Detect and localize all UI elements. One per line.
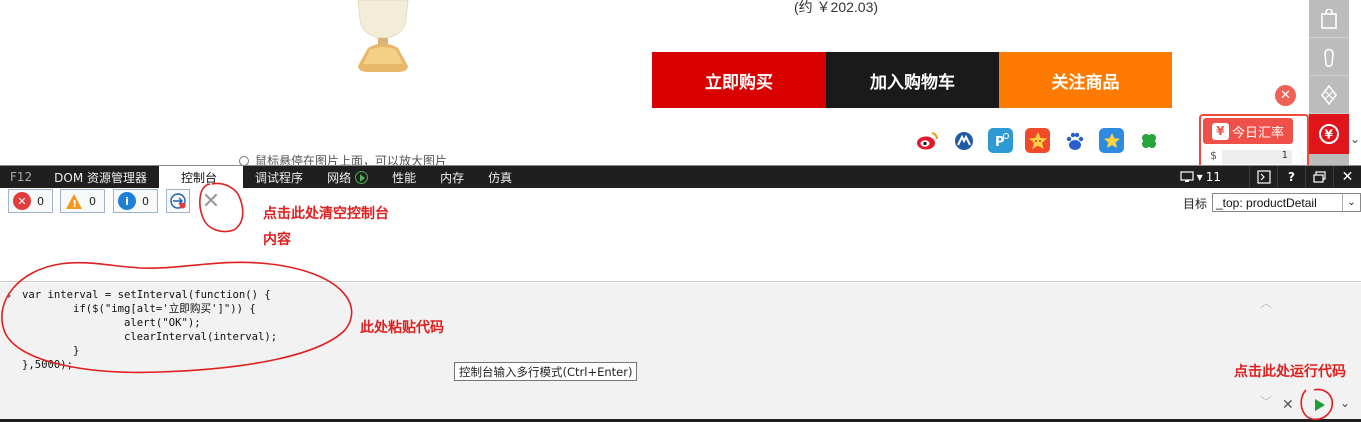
tab-performance[interactable]: 性能: [380, 166, 428, 188]
info-circle-icon: [239, 156, 249, 165]
favorite-star-icon[interactable]: [1099, 128, 1124, 153]
product-page: (约 ￥202.03) 立即购买 加入购物车 关注商品 P 鼠标悬停在图片上面，…: [0, 0, 1361, 165]
monitor-icon: [1179, 171, 1194, 182]
footprint-icon[interactable]: [1309, 38, 1349, 76]
tab-network-label: 网络: [327, 170, 352, 185]
errors-count: 0: [37, 194, 44, 208]
qzone-icon[interactable]: P: [988, 128, 1013, 153]
console-input-scrollbar[interactable]: ︿ ﹀: [1258, 289, 1274, 409]
caret-down-icon: ▼: [1196, 172, 1203, 182]
exchange-rate-tab-label: 今日汇率: [1231, 125, 1284, 141]
info-filter-button[interactable]: i 0: [113, 189, 158, 213]
image-zoom-hint-text: 鼠标悬停在图片上面，可以放大图片: [255, 154, 448, 165]
tab-emulation[interactable]: 仿真: [476, 166, 524, 188]
devtools-panel: F12 DOM 资源管理器 控制台 调试程序 网络 性能 内存 仿真 ▼ 11 …: [0, 165, 1361, 422]
gift-icon[interactable]: [1309, 76, 1349, 114]
document-mode-button[interactable]: ▼ 11: [1174, 166, 1227, 188]
warnings-count: 0: [89, 194, 96, 208]
chevron-down-icon: ⌄: [1342, 194, 1360, 211]
kaixin-icon[interactable]: [1025, 128, 1050, 153]
info-count: 0: [142, 194, 149, 208]
target-select[interactable]: _top: productDetail ⌄: [1212, 193, 1361, 212]
follow-product-button[interactable]: 关注商品: [999, 52, 1172, 108]
rate-widget-close-button[interactable]: ✕: [1275, 85, 1296, 106]
console-prompt-chevron-icon: ›: [7, 289, 12, 302]
price-approx: (约 ￥202.03): [794, 0, 879, 15]
shopping-bag-icon[interactable]: [1309, 0, 1349, 38]
collapse-input-icon[interactable]: ⌄: [1340, 396, 1350, 410]
currency-symbol: $: [1210, 149, 1217, 162]
buy-now-button[interactable]: 立即购买: [652, 52, 826, 108]
error-icon: ✕: [13, 192, 31, 210]
tab-memory[interactable]: 内存: [428, 166, 476, 188]
undock-icon[interactable]: [1305, 166, 1333, 188]
rate-amount-input[interactable]: 1: [1222, 150, 1292, 164]
info-icon: i: [118, 192, 136, 210]
clover-icon[interactable]: [1136, 128, 1161, 153]
share-bar: P: [914, 128, 1161, 153]
target-label: 目标: [1183, 197, 1208, 211]
console-toggle-icon[interactable]: [1249, 166, 1277, 188]
devtools-window-controls: ▼ 11 ? ✕: [1174, 166, 1361, 188]
svg-text:!: !: [72, 199, 77, 210]
errors-filter-button[interactable]: ✕ 0: [8, 189, 53, 213]
product-image[interactable]: [348, 0, 418, 72]
scroll-down-icon[interactable]: ﹀: [1260, 393, 1272, 410]
currency-exchange-icon[interactable]: ¥: [1309, 114, 1349, 154]
baidu-icon[interactable]: [1062, 128, 1087, 153]
document-mode-value: 11: [1205, 170, 1221, 184]
console-output: [0, 218, 1361, 282]
run-code-button[interactable]: [1311, 397, 1327, 413]
target-select-value: _top: productDetail: [1216, 195, 1317, 210]
tab-network[interactable]: 网络: [315, 166, 380, 188]
tab-dom-explorer[interactable]: DOM 资源管理器: [42, 166, 159, 188]
tab-debugger[interactable]: 调试程序: [243, 166, 315, 188]
annotation-clear-console-2: 内容: [263, 232, 291, 248]
exchange-rate-tab[interactable]: ¥ 今日汇率: [1203, 118, 1293, 144]
annotation-run-code: 点击此处运行代码: [1234, 364, 1346, 380]
weibo-icon[interactable]: [914, 128, 939, 153]
tab-console[interactable]: 控制台: [159, 166, 244, 188]
svg-text:¥: ¥: [1325, 128, 1334, 142]
console-code-input[interactable]: var interval = setInterval(function() { …: [22, 288, 277, 372]
scroll-up-icon[interactable]: ︿: [1260, 294, 1272, 311]
multiline-mode-tooltip: 控制台输入多行模式(Ctrl+Enter): [454, 362, 638, 381]
add-to-cart-button[interactable]: 加入购物车: [826, 52, 999, 108]
warnings-filter-button[interactable]: ! 0: [60, 189, 105, 213]
close-devtools-icon[interactable]: ✕: [1333, 166, 1361, 188]
chevron-down-icon[interactable]: ⌄: [1349, 132, 1361, 146]
image-zoom-hint: 鼠标悬停在图片上面，可以放大图片: [239, 152, 447, 165]
warning-icon: !: [66, 193, 82, 210]
annotation-clear-console: 点击此处清空控制台: [263, 206, 389, 222]
yen-icon: ¥: [1211, 122, 1229, 140]
help-icon[interactable]: ?: [1277, 166, 1305, 188]
annotation-paste-code: 此处粘贴代码: [360, 320, 444, 336]
svg-text:P: P: [995, 135, 1005, 150]
network-record-icon: [355, 170, 369, 184]
clear-on-navigate-icon[interactable]: [166, 189, 190, 213]
tab-f12: F12: [10, 170, 33, 184]
devtools-tab-bar: F12 DOM 资源管理器 控制台 调试程序 网络 性能 内存 仿真 ▼ 11 …: [0, 166, 1361, 188]
clear-input-icon[interactable]: ✕: [1282, 397, 1294, 413]
renren-icon[interactable]: [951, 128, 976, 153]
clear-console-button[interactable]: ✕: [200, 189, 222, 214]
